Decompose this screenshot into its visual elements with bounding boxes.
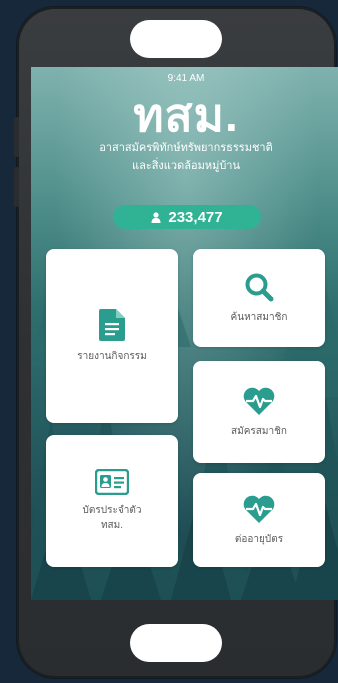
member-count-value: 233,477 xyxy=(168,208,223,226)
phone-side-button xyxy=(14,117,19,157)
subtitle-line-1: อาสาสมัครพิทักษ์ทรัพยากรธรรมชาติ xyxy=(99,142,273,154)
renew-card-label: ต่ออายุบัตร xyxy=(234,533,284,545)
report-activity-label: รายงานกิจกรรม xyxy=(77,350,147,362)
app-logo-text: ทสม. xyxy=(133,89,239,141)
app-subtitle: อาสาสมัครพิทักษ์ทรัพยากรธรรมชาติ และสิ่ง… xyxy=(31,139,338,175)
heartbeat-icon xyxy=(243,495,275,523)
id-card-icon xyxy=(95,469,129,495)
search-member-button[interactable]: ค้นหาสมาชิก xyxy=(193,249,325,347)
report-activity-button[interactable]: รายงานกิจกรรม xyxy=(46,249,178,423)
document-icon xyxy=(99,308,125,341)
id-card-label-line-1: บัตรประจำตัว xyxy=(82,505,142,516)
phone-speaker xyxy=(130,20,222,58)
phone-side-button xyxy=(14,167,19,207)
id-card-button[interactable]: บัตรประจำตัว ทสม. xyxy=(46,435,178,567)
phone-home-button[interactable] xyxy=(130,624,222,662)
person-icon xyxy=(151,211,161,223)
apply-member-label: สมัครสมาชิก xyxy=(231,425,287,437)
subtitle-line-2: และสิ่งแวดล้อมหมู่บ้าน xyxy=(131,160,240,172)
heartbeat-icon xyxy=(243,387,275,415)
status-time: 9:41 AM xyxy=(167,73,205,84)
apply-member-button[interactable]: สมัครสมาชิก xyxy=(193,361,325,463)
member-count-badge: 233,477 xyxy=(113,205,261,229)
search-member-label: ค้นหาสมาชิก xyxy=(230,311,288,323)
search-icon xyxy=(245,273,274,301)
app-screen: 9:41 AM ทสม. อาสาสมัครพิทักษ์ทรัพยากรธรร… xyxy=(31,67,338,600)
renew-card-button[interactable]: ต่ออายุบัตร xyxy=(193,473,325,567)
id-card-label-line-2: ทสม. xyxy=(100,520,124,531)
